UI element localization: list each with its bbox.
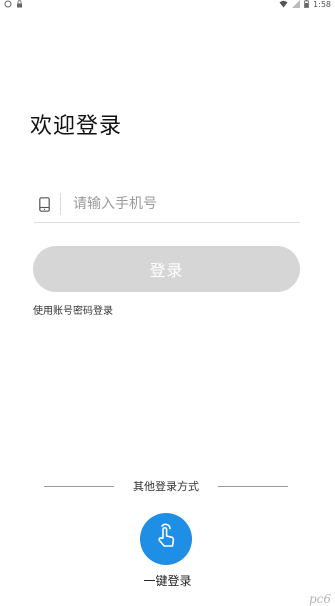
hand-tap-icon xyxy=(151,522,181,556)
divider-line-left xyxy=(44,485,114,487)
notification-icon xyxy=(4,0,12,10)
phone-icon xyxy=(38,196,50,212)
phone-field-divider xyxy=(60,193,61,215)
lock-icon xyxy=(16,0,23,10)
login-button[interactable]: 登录 xyxy=(33,246,300,292)
watermark-logo: pc6 xyxy=(308,592,331,606)
phone-field-row xyxy=(34,186,300,223)
status-bar-left xyxy=(4,0,23,10)
status-bar: 1:58 xyxy=(0,0,335,12)
phone-input[interactable] xyxy=(73,196,273,212)
password-login-link[interactable]: 使用账号密码登录 xyxy=(33,302,113,317)
other-login-divider: 其他登录方式 xyxy=(44,478,288,494)
status-bar-right: 1:58 xyxy=(279,0,331,10)
divider-line-right xyxy=(218,485,288,487)
wifi-icon xyxy=(279,0,288,10)
other-login-label: 其他登录方式 xyxy=(133,480,199,493)
battery-icon xyxy=(304,0,309,10)
signal-icon xyxy=(292,0,301,10)
one-key-login-label: 一键登录 xyxy=(143,574,192,588)
one-key-login-button[interactable] xyxy=(140,513,192,565)
welcome-title: 欢迎登录 xyxy=(30,114,123,139)
status-time: 1:58 xyxy=(313,0,331,9)
